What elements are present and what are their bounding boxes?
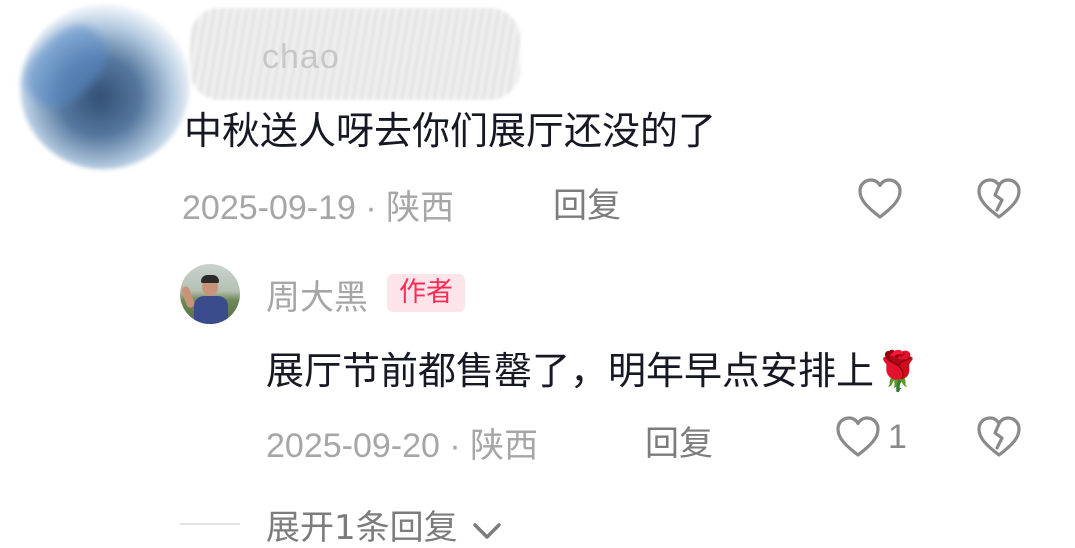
rose-emoji: 🌹 (874, 349, 922, 393)
reply-button[interactable]: 回复 (553, 178, 621, 227)
reply-date: 2025-09-20 (266, 427, 440, 465)
heart-outline-icon[interactable] (857, 177, 903, 221)
like-count: 1 (888, 418, 907, 456)
expand-replies-button[interactable]: 展开1条回复 (266, 500, 502, 548)
author-name[interactable]: 周大黑 (266, 270, 368, 319)
heart-outline-icon[interactable] (835, 415, 881, 459)
redacted-avatar[interactable] (0, 0, 214, 194)
redaction-scribble (190, 8, 520, 100)
redacted-user-name[interactable]: chao (262, 38, 340, 77)
reply-button[interactable]: 回复 (645, 416, 713, 465)
comment-location: · 陕西 (365, 189, 455, 227)
divider (180, 523, 240, 525)
comment-meta: 2025-09-19 · 陕西 (182, 180, 454, 229)
comment-date: 2025-09-19 (182, 189, 356, 227)
broken-heart-icon[interactable] (976, 415, 1022, 459)
expand-replies-label: 展开1条回复 (266, 508, 458, 548)
reply-location: · 陕西 (449, 427, 539, 465)
author-avatar[interactable] (180, 264, 240, 324)
reply-text-content: 展厅节前都售罄了，明年早点安排上 (266, 349, 875, 393)
reply-meta: 2025-09-20 · 陕西 (266, 418, 538, 467)
comment-thread: chao 中秋送人呀去你们展厅还没的了 2025-09-19 · 陕西 回复 周… (0, 0, 1075, 548)
chevron-down-icon (472, 510, 502, 548)
author-badge: 作者 (387, 274, 465, 312)
reply-text: 展厅节前都售罄了，明年早点安排上🌹 (266, 340, 921, 395)
comment-text: 中秋送人呀去你们展厅还没的了 (184, 109, 717, 153)
broken-heart-icon[interactable] (976, 177, 1022, 221)
